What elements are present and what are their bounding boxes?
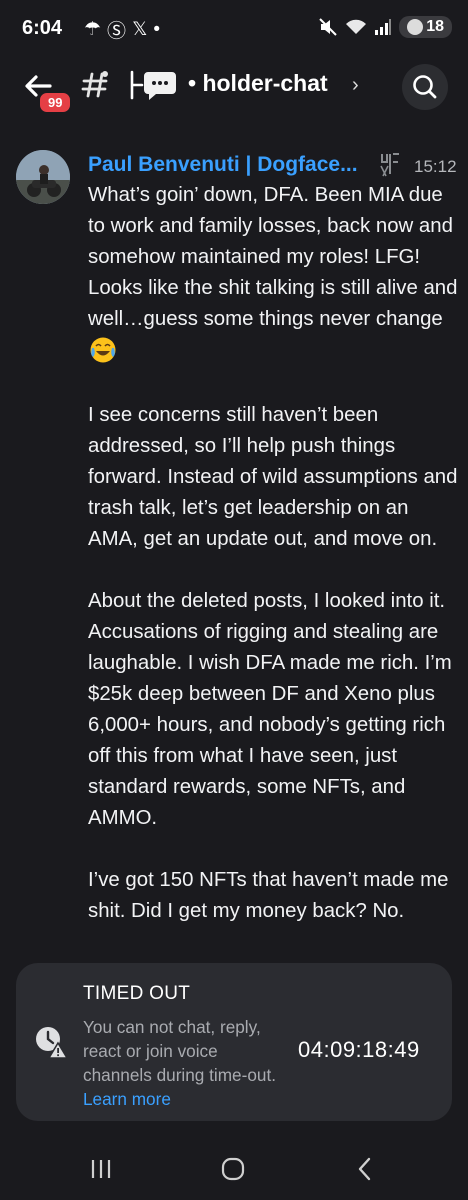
message-paragraph-text: What’s goin’ down, DFA. Been MIA due to … xyxy=(88,184,458,330)
timeout-clock-icon xyxy=(36,1027,68,1059)
battery-icon xyxy=(407,19,424,35)
search-icon xyxy=(413,75,437,99)
wifi-icon xyxy=(346,19,367,34)
battery-level: 18 xyxy=(426,18,444,35)
avatar[interactable] xyxy=(16,150,70,204)
search-button[interactable] xyxy=(402,64,448,110)
message-paragraph: What’s goin’ down, DFA. Been MIA due to … xyxy=(88,180,460,369)
system-nav-bar xyxy=(0,1138,468,1200)
learn-more-link[interactable]: Learn more xyxy=(83,1089,171,1109)
channel-name-text: holder-chat xyxy=(202,70,328,96)
channel-hash-icon[interactable] xyxy=(78,68,112,102)
timeout-description: You can not chat, reply, react or join v… xyxy=(83,1015,288,1111)
message-paragraph: About the deleted posts, I looked into i… xyxy=(88,590,452,829)
chevron-right-icon[interactable]: › xyxy=(352,74,359,97)
dot-icon: • xyxy=(153,18,161,40)
status-system-icons: 18 xyxy=(318,16,452,38)
thread-chat-icon[interactable] xyxy=(128,68,180,102)
weather-icon: ☂ xyxy=(84,19,102,40)
status-time: 6:04 xyxy=(22,17,63,39)
author-name[interactable]: Paul Benvenuti | Dogface... xyxy=(88,153,358,177)
tears-of-joy-emoji-icon xyxy=(90,337,116,363)
message-timestamp: 15:12 xyxy=(414,157,457,176)
recent-apps-icon[interactable] xyxy=(86,1154,116,1184)
back-nav-icon[interactable] xyxy=(350,1154,380,1184)
s-app-icon: Ⓢ xyxy=(107,21,127,42)
status-notification-icons: ☂ Ⓢ 𝕏 • xyxy=(84,16,160,43)
home-icon[interactable] xyxy=(218,1154,248,1184)
signal-icon xyxy=(375,19,392,35)
battery-indicator: 18 xyxy=(399,16,452,38)
x-app-icon: 𝕏 xyxy=(132,19,148,40)
message-body: What’s goin’ down, DFA. Been MIA due to … xyxy=(88,180,460,958)
channel-header: 99 • holder-chat › xyxy=(0,58,468,118)
timeout-countdown: 04:09:18:49 xyxy=(298,1037,420,1062)
role-badge-icon xyxy=(380,153,399,177)
message-paragraph: I see concerns still haven’t been addres… xyxy=(88,404,458,550)
channel-dot: • xyxy=(188,70,203,96)
avatar-image xyxy=(16,150,70,204)
channel-name[interactable]: • holder-chat xyxy=(188,70,328,97)
timeout-title: TIMED OUT xyxy=(83,983,191,1004)
status-bar: 6:04 ☂ Ⓢ 𝕏 • 18 xyxy=(0,0,468,58)
unread-badge: 99 xyxy=(37,90,74,115)
message-paragraph: I’ve got 150 NFTs that haven’t made me s… xyxy=(88,869,449,922)
mute-icon xyxy=(319,18,337,36)
timeout-description-text: You can not chat, reply, react or join v… xyxy=(83,1017,276,1085)
timeout-panel: TIMED OUT You can not chat, reply, react… xyxy=(16,963,452,1121)
